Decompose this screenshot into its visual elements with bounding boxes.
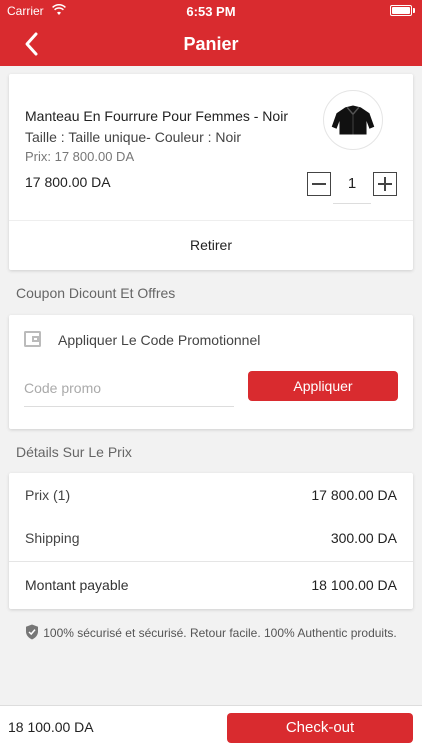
product-attributes: Taille : Taille unique- Couleur : Noir (25, 129, 242, 145)
price-details-label: Détails Sur Le Prix (16, 444, 132, 460)
price-row-label: Montant payable (25, 577, 129, 593)
footer-total: 18 100.00 DA (8, 719, 94, 735)
price-divider (9, 561, 413, 562)
security-note: 100% sécurisé et sécurisé. Retour facile… (20, 621, 402, 645)
price-details-card: Prix (1) 17 800.00 DA Shipping 300.00 DA… (9, 473, 413, 609)
coupon-card: Appliquer Le Code Promotionnel Appliquer (9, 315, 413, 429)
coupon-section-label: Coupon Dicount Et Offres (16, 285, 176, 301)
remove-button[interactable]: Retirer (9, 221, 413, 270)
battery-icon (390, 5, 412, 16)
wallet-icon (24, 331, 41, 347)
decrease-quantity-button[interactable] (307, 172, 331, 196)
status-bar: Carrier 6:53 PM (0, 0, 422, 22)
price-row-shipping: Shipping 300.00 DA (25, 530, 397, 546)
security-note-text: 100% sécurisé et sécurisé. Retour facile… (43, 626, 397, 640)
coat-icon (331, 105, 375, 135)
app-header: Carrier 6:53 PM Panier (0, 0, 422, 66)
quantity-value: 1 (333, 172, 371, 204)
price-row-subtotal: Prix (1) 17 800.00 DA (25, 487, 397, 503)
promo-code-input[interactable] (24, 369, 234, 407)
clock: 6:53 PM (186, 4, 236, 19)
checkout-button[interactable]: Check-out (227, 713, 413, 743)
price-row-label: Prix (1) (25, 487, 71, 503)
checkout-bar: 18 100.00 DA Check-out (0, 705, 422, 750)
product-image[interactable] (323, 90, 383, 150)
product-unit-price: Prix: 17 800.00 DA (25, 149, 135, 164)
cart-item-card: Manteau En Fourrure Pour Femmes - Noir T… (9, 74, 413, 270)
coupon-title: Appliquer Le Code Promotionnel (58, 332, 261, 348)
increase-quantity-button[interactable] (373, 172, 397, 196)
price-row-value: 300.00 DA (330, 530, 397, 546)
price-row-value: 18 100.00 DA (311, 577, 397, 593)
product-total: 17 800.00 DA (25, 174, 111, 190)
price-row-value: 17 800.00 DA (311, 487, 397, 503)
apply-coupon-button[interactable]: Appliquer (248, 371, 398, 401)
shield-icon (26, 624, 39, 640)
price-row-label: Shipping (25, 530, 80, 546)
battery-tip (413, 8, 415, 13)
product-name[interactable]: Manteau En Fourrure Pour Femmes - Noir (25, 108, 288, 124)
page-title: Panier (183, 34, 239, 54)
price-row-payable: Montant payable 18 100.00 DA (25, 577, 397, 593)
